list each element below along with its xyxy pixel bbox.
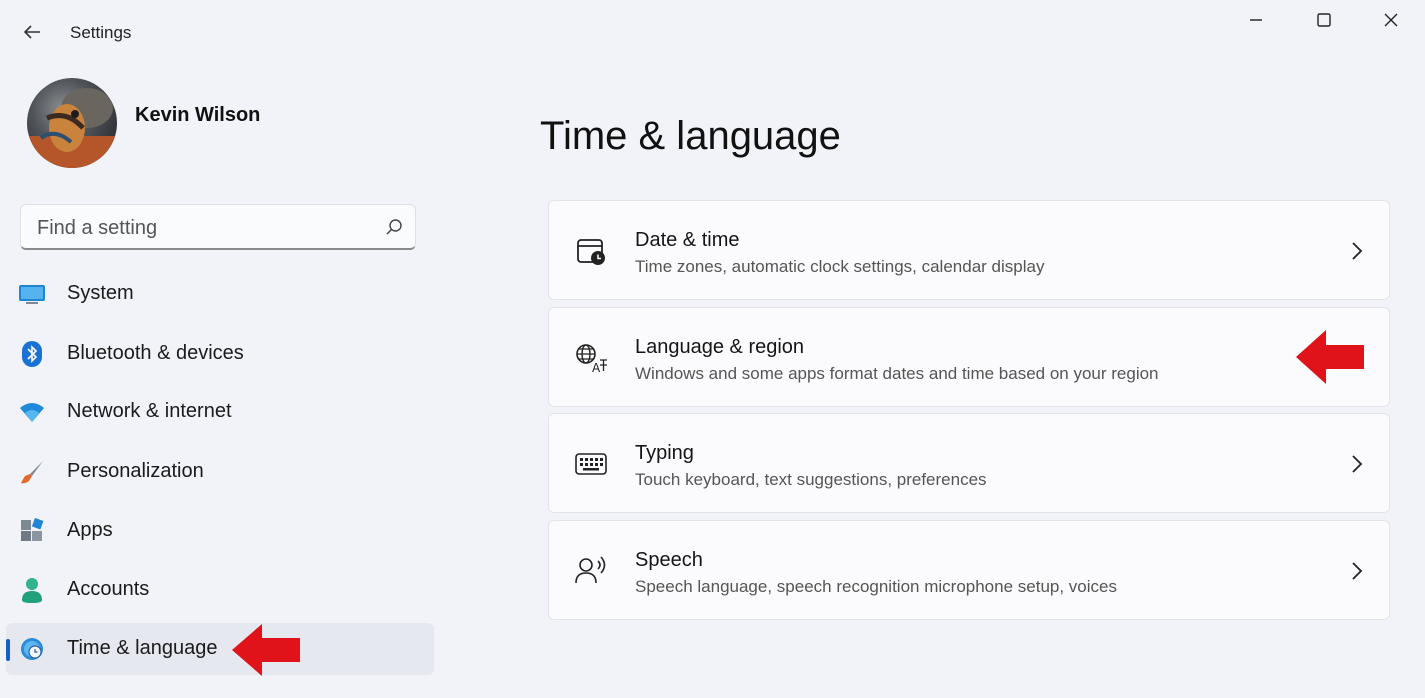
back-button[interactable] <box>14 14 50 50</box>
sidebar-item-label: System <box>67 282 134 304</box>
maximize-icon <box>1317 13 1331 27</box>
annotation-arrow-icon <box>232 624 300 676</box>
page-title: Time & language <box>540 114 841 158</box>
bluetooth-icon <box>18 340 46 368</box>
calendar-clock-icon <box>571 233 611 269</box>
time-language-icon <box>18 635 46 663</box>
title-bar: Settings <box>0 0 1425 64</box>
accounts-icon <box>18 576 46 604</box>
apps-icon <box>18 517 46 545</box>
card-subtitle: Time zones, automatic clock settings, ca… <box>635 257 1045 276</box>
card-typing[interactable]: Typing Touch keyboard, text suggestions,… <box>548 413 1390 513</box>
wifi-icon <box>18 398 46 426</box>
maximize-button[interactable] <box>1290 0 1358 40</box>
sidebar-item-label: Time & language <box>67 637 218 659</box>
user-profile[interactable]: Kevin Wilson <box>27 78 260 168</box>
keyboard-icon <box>571 446 611 482</box>
avatar[interactable] <box>27 78 117 168</box>
chevron-right-icon <box>1352 562 1363 580</box>
chevron-right-icon <box>1352 242 1363 260</box>
speech-icon <box>571 553 611 589</box>
sidebar-item-apps[interactable]: Apps <box>6 505 434 557</box>
sidebar-item-label: Apps <box>67 519 113 541</box>
sidebar-item-network[interactable]: Network & internet <box>6 386 434 438</box>
card-speech[interactable]: Speech Speech language, speech recogniti… <box>548 520 1390 620</box>
system-icon <box>18 280 46 308</box>
annotation-arrow-icon <box>1296 330 1364 384</box>
card-subtitle: Speech language, speech recognition micr… <box>635 577 1117 596</box>
svg-text:A: A <box>592 361 601 374</box>
card-language-region[interactable]: A Language & region Windows and some app… <box>548 307 1390 407</box>
close-icon <box>1384 13 1398 27</box>
selection-indicator <box>6 639 10 661</box>
card-title: Language & region <box>635 336 805 358</box>
card-title: Typing <box>635 442 694 464</box>
minimize-icon <box>1250 19 1262 21</box>
card-subtitle: Touch keyboard, text suggestions, prefer… <box>635 470 987 489</box>
card-title: Date & time <box>635 229 740 251</box>
card-title: Speech <box>635 549 703 571</box>
sidebar-item-bluetooth[interactable]: Bluetooth & devices <box>6 328 434 380</box>
close-button[interactable] <box>1357 0 1425 40</box>
brush-icon <box>18 458 46 486</box>
app-title: Settings <box>70 23 132 42</box>
back-arrow-icon <box>23 25 40 39</box>
sidebar-item-accounts[interactable]: Accounts <box>6 564 434 616</box>
search-input[interactable] <box>35 205 369 251</box>
sidebar-item-label: Personalization <box>67 460 204 482</box>
sidebar-item-personalization[interactable]: Personalization <box>6 446 434 498</box>
sidebar-item-time-language[interactable]: Time & language <box>6 623 434 675</box>
search-icon[interactable] <box>385 218 403 241</box>
minimize-button[interactable] <box>1222 0 1290 40</box>
sidebar-item-system[interactable]: System <box>6 268 434 320</box>
chevron-right-icon <box>1352 455 1363 473</box>
search-box[interactable] <box>20 204 416 251</box>
sidebar-item-label: Bluetooth & devices <box>67 342 244 364</box>
sidebar-item-label: Accounts <box>67 578 150 600</box>
user-name: Kevin Wilson <box>135 104 261 126</box>
sidebar-item-label: Network & internet <box>67 400 232 422</box>
language-icon: A <box>571 340 611 376</box>
card-date-time[interactable]: Date & time Time zones, automatic clock … <box>548 200 1390 300</box>
card-subtitle: Windows and some apps format dates and t… <box>635 364 1159 383</box>
